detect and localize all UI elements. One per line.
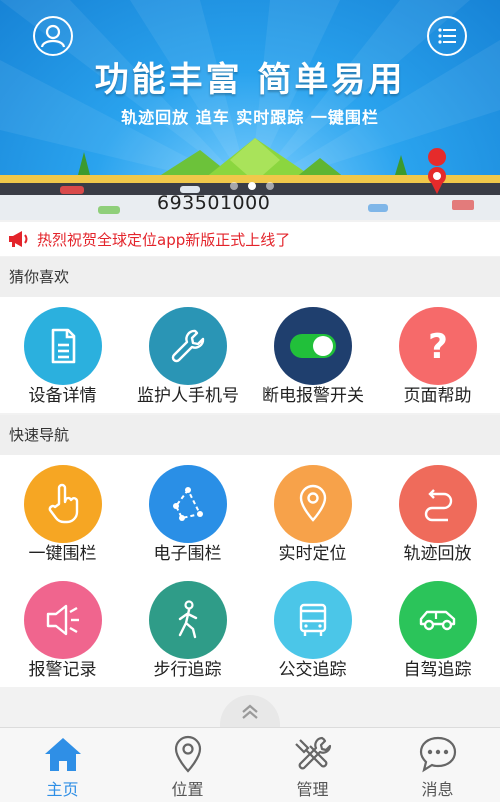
bus-icon — [299, 603, 327, 636]
nav-track-replay[interactable]: 轨迹回放 — [375, 455, 500, 571]
user-profile-button[interactable] — [33, 16, 73, 56]
tab-location[interactable]: 位置 — [125, 728, 250, 802]
carousel-dot[interactable] — [230, 182, 238, 190]
favorite-icon-circle — [274, 307, 352, 385]
wrench-icon — [171, 329, 205, 363]
tools-icon — [295, 736, 332, 770]
nav-label: 步行追踪 — [153, 660, 222, 680]
nav-realtime-location[interactable]: 实时定位 — [250, 455, 375, 571]
tab-label: 管理 — [296, 780, 329, 799]
nav-self-drive-track[interactable]: 自驾追踪 — [375, 571, 500, 687]
nav-walking-track[interactable]: 步行追踪 — [125, 571, 250, 687]
favorites-section-title: 猜你喜欢 — [0, 257, 500, 297]
tab-home[interactable]: 主页 — [0, 728, 125, 802]
toggle-icon — [290, 334, 336, 358]
nav-bus-track[interactable]: 公交追踪 — [250, 571, 375, 687]
collapse-handle[interactable] — [220, 695, 280, 731]
banner-number: 693501000 — [157, 192, 271, 214]
nav-geo-fence[interactable]: 电子围栏 — [125, 455, 250, 571]
favorite-icon-circle — [24, 307, 102, 385]
favorite-label: 设备详情 — [28, 386, 97, 406]
nav-alarm-records[interactable]: 报警记录 — [0, 571, 125, 687]
megaphone-icon — [9, 231, 28, 247]
chevron-up-icon — [242, 704, 258, 719]
carousel-indicator[interactable] — [230, 182, 274, 190]
nav-label: 报警记录 — [28, 660, 97, 680]
location-pin-icon — [174, 735, 202, 773]
announcement-text: 热烈祝贺全球定位app新版正式上线了 — [37, 230, 291, 249]
nav-icon-circle — [274, 581, 352, 659]
menu-button[interactable] — [427, 16, 467, 56]
favorite-guardian-phone[interactable]: 监护人手机号 — [125, 297, 250, 413]
hand-pointer-icon — [48, 483, 79, 524]
speaker-icon — [46, 604, 79, 636]
nav-icon-circle — [274, 465, 352, 543]
tab-messages[interactable]: 消息 — [375, 728, 500, 802]
nav-label: 一键围栏 — [28, 544, 97, 564]
svg-text:?: ? — [428, 327, 448, 366]
carousel-dot[interactable] — [248, 182, 256, 190]
favorite-icon-circle — [149, 307, 227, 385]
nav-icon-circle — [399, 465, 477, 543]
chat-bubble-icon — [419, 736, 457, 773]
user-icon — [40, 24, 66, 48]
home-icon — [45, 738, 81, 771]
banner-headline: 功能丰富 简单易用 — [94, 60, 406, 100]
document-icon — [51, 328, 76, 364]
car-icon — [419, 610, 456, 631]
quicknav-section-title: 快速导航 — [0, 415, 500, 455]
walking-person-icon — [178, 600, 198, 639]
location-pin-icon — [299, 484, 327, 522]
favorite-label: 断电报警开关 — [262, 386, 364, 406]
nav-icon-circle — [149, 465, 227, 543]
replay-arrow-icon — [424, 489, 453, 522]
question-icon: ? — [428, 327, 448, 366]
promo-banner[interactable]: 功能丰富 简单易用 轨迹回放 追车 实时跟踪 一键围栏 693501000 — [0, 0, 500, 220]
quicknav-grid: 一键围栏 电子围栏 实时定位 轨迹回放 报警记录 步行追踪 公交追踪 自驾追踪 — [0, 455, 500, 687]
nav-label: 轨迹回放 — [403, 544, 472, 564]
tab-manage[interactable]: 管理 — [250, 728, 375, 802]
nav-label: 自驾追踪 — [403, 660, 472, 680]
tab-label: 主页 — [46, 780, 79, 799]
nav-icon-circle — [149, 581, 227, 659]
list-menu-icon — [438, 28, 456, 44]
polygon-fence-icon — [173, 487, 203, 521]
nav-label: 电子围栏 — [153, 544, 222, 564]
nav-label: 公交追踪 — [278, 660, 347, 680]
carousel-dot[interactable] — [266, 182, 274, 190]
favorite-page-help[interactable]: ? 页面帮助 — [375, 297, 500, 413]
nav-icon-circle — [399, 581, 477, 659]
favorite-device-details[interactable]: 设备详情 — [0, 297, 125, 413]
announcement-bar[interactable]: 热烈祝贺全球定位app新版正式上线了 — [0, 222, 500, 256]
nav-icon-circle — [24, 581, 102, 659]
nav-one-key-fence[interactable]: 一键围栏 — [0, 455, 125, 571]
favorites-grid: 设备详情 监护人手机号 断电报警开关 ? 页面帮助 — [0, 297, 500, 413]
favorite-power-off-alarm[interactable]: 断电报警开关 — [250, 297, 375, 413]
bottom-tab-bar: 主页 位置 管理 消息 — [0, 727, 500, 802]
nav-icon-circle — [24, 465, 102, 543]
favorite-icon-circle: ? — [399, 307, 477, 385]
tab-label: 位置 — [171, 780, 204, 799]
tab-label: 消息 — [421, 780, 454, 799]
nav-label: 实时定位 — [278, 544, 347, 564]
favorite-label: 页面帮助 — [403, 386, 472, 406]
